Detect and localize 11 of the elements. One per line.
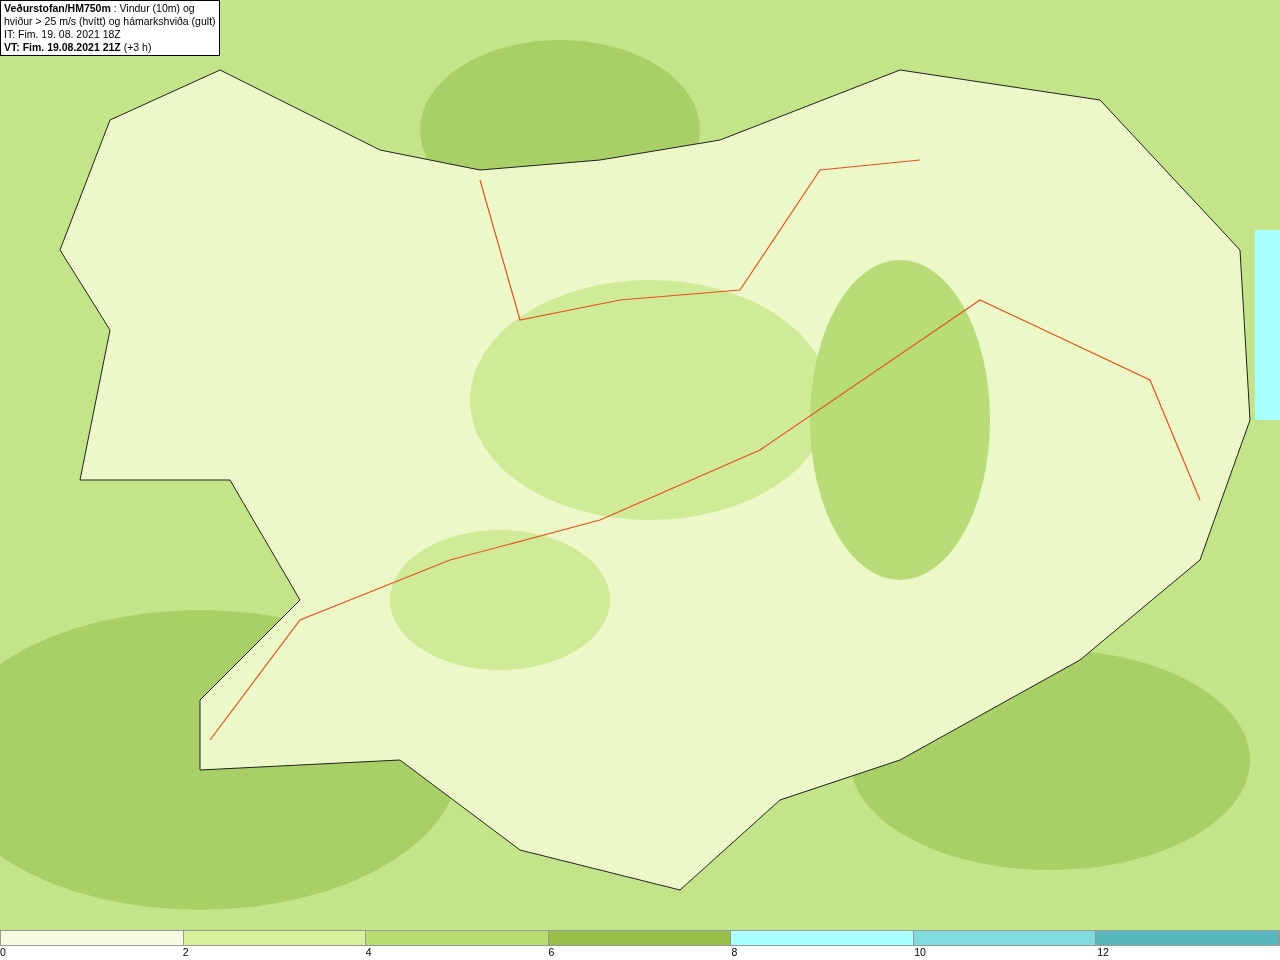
legend-label: 8 [731, 946, 738, 959]
header-text: IT: Fim. 19. 08. 2021 18Z [4, 28, 122, 41]
legend-label: 12 [1097, 946, 1109, 959]
legend-label: 6 [548, 946, 555, 959]
header-text: hviður > 25 m/s (hvítt) og hámarkshviða (gult) [4, 15, 216, 28]
legend-label: 4 [365, 946, 372, 959]
header-text: VT: Fim. 19.08.2021 21Z (+3 h) [4, 41, 153, 54]
legend-label: 10 [914, 946, 926, 959]
header-text: Veðurstofan/HM750m : Vindur (10m) og [4, 2, 196, 15]
legend-label: 0 [0, 946, 6, 959]
legend-label: 2 [182, 946, 189, 959]
